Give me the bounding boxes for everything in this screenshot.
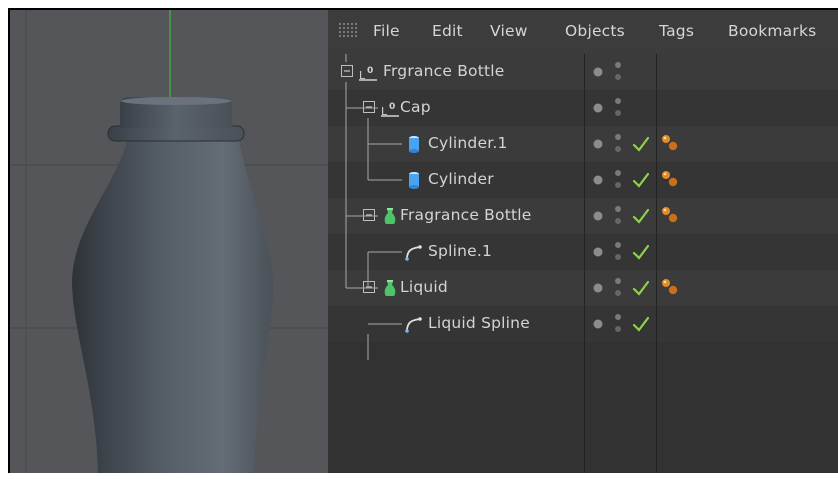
render-dots-icon[interactable] <box>613 59 629 85</box>
object-tree: L 0 Frgrance Bottle L 0 Cap Cylinder.1 Cylinder… <box>328 54 838 473</box>
cylinder-icon <box>409 172 419 189</box>
render-dots-icon[interactable] <box>613 167 629 193</box>
menu-bar: File Edit View Objects Tags Bookmarks <box>328 10 838 54</box>
bottle-model[interactable] <box>10 10 328 473</box>
collapse-toggle-icon[interactable] <box>341 65 355 79</box>
enabled-check-icon[interactable] <box>632 171 650 189</box>
phong-tag-icon[interactable] <box>661 170 679 188</box>
enabled-check-icon[interactable] <box>632 207 650 225</box>
tree-row[interactable]: Cylinder.1 <box>328 126 838 162</box>
object-label[interactable]: Cylinder.1 <box>428 134 508 152</box>
spline-icon <box>405 245 422 261</box>
menu-tags[interactable]: Tags <box>659 22 694 40</box>
enabled-check-icon[interactable] <box>632 243 650 261</box>
render-dots-icon[interactable] <box>613 239 629 265</box>
visibility-dots-icon[interactable] <box>593 167 609 193</box>
visibility-dots-icon[interactable] <box>593 275 609 301</box>
object-label[interactable]: Liquid <box>400 278 448 296</box>
render-dots-icon[interactable] <box>613 275 629 301</box>
svg-text:0: 0 <box>367 66 373 76</box>
menu-edit[interactable]: Edit <box>432 22 463 40</box>
object-manager: File Edit View Objects Tags Bookmarks L0… <box>328 10 838 473</box>
tree-row[interactable]: Spline.1 <box>328 234 838 270</box>
object-label[interactable]: Frgrance Bottle <box>383 62 505 80</box>
tree-row[interactable]: Liquid Spline <box>328 306 838 342</box>
column-divider-1 <box>584 54 585 473</box>
render-dots-icon[interactable] <box>613 311 629 337</box>
object-label[interactable]: Liquid Spline <box>428 314 530 332</box>
object-label[interactable]: Spline.1 <box>428 242 492 260</box>
tree-row[interactable]: Fragrance Bottle <box>328 198 838 234</box>
menu-file[interactable]: File <box>373 22 400 40</box>
object-label[interactable]: Cap <box>400 98 431 116</box>
tree-row[interactable]: Cylinder <box>328 162 838 198</box>
tree-row[interactable]: L 0 Frgrance Bottle <box>328 54 838 90</box>
collapse-toggle-icon[interactable] <box>363 281 377 295</box>
object-label[interactable]: Cylinder <box>428 170 494 188</box>
visibility-dots-icon[interactable] <box>593 95 609 121</box>
visibility-dots-icon[interactable] <box>593 203 609 229</box>
tree-row[interactable]: L 0 Cap <box>328 90 838 126</box>
enabled-check-icon[interactable] <box>632 279 650 297</box>
lathe-icon <box>384 208 396 224</box>
enabled-check-icon[interactable] <box>632 315 650 333</box>
lathe-icon <box>384 280 396 296</box>
menu-bookmarks[interactable]: Bookmarks <box>728 22 816 40</box>
phong-tag-icon[interactable] <box>661 278 679 296</box>
viewport-3d[interactable] <box>10 10 328 473</box>
svg-text:0: 0 <box>389 102 395 112</box>
menu-objects[interactable]: Objects <box>565 22 625 40</box>
menu-view[interactable]: View <box>490 22 528 40</box>
object-label[interactable]: Fragrance Bottle <box>400 206 532 224</box>
collapse-toggle-icon[interactable] <box>363 209 377 223</box>
app-frame: File Edit View Objects Tags Bookmarks L0… <box>8 8 838 473</box>
null-object-icon: L0 <box>359 66 377 82</box>
render-dots-icon[interactable] <box>613 203 629 229</box>
panel-grip-icon[interactable] <box>338 22 360 40</box>
render-dots-icon[interactable] <box>613 95 629 121</box>
column-divider-2 <box>656 54 657 473</box>
spline-icon <box>405 317 422 333</box>
cylinder-icon <box>409 136 419 153</box>
collapse-toggle-icon[interactable] <box>363 101 377 115</box>
null-object-icon: L0 <box>381 102 399 118</box>
visibility-dots-icon[interactable] <box>593 59 609 85</box>
tree-row[interactable]: Liquid <box>328 270 838 306</box>
visibility-dots-icon[interactable] <box>593 239 609 265</box>
phong-tag-icon[interactable] <box>661 134 679 152</box>
phong-tag-icon[interactable] <box>661 206 679 224</box>
visibility-dots-icon[interactable] <box>593 311 609 337</box>
enabled-check-icon[interactable] <box>632 135 650 153</box>
visibility-dots-icon[interactable] <box>593 131 609 157</box>
render-dots-icon[interactable] <box>613 131 629 157</box>
